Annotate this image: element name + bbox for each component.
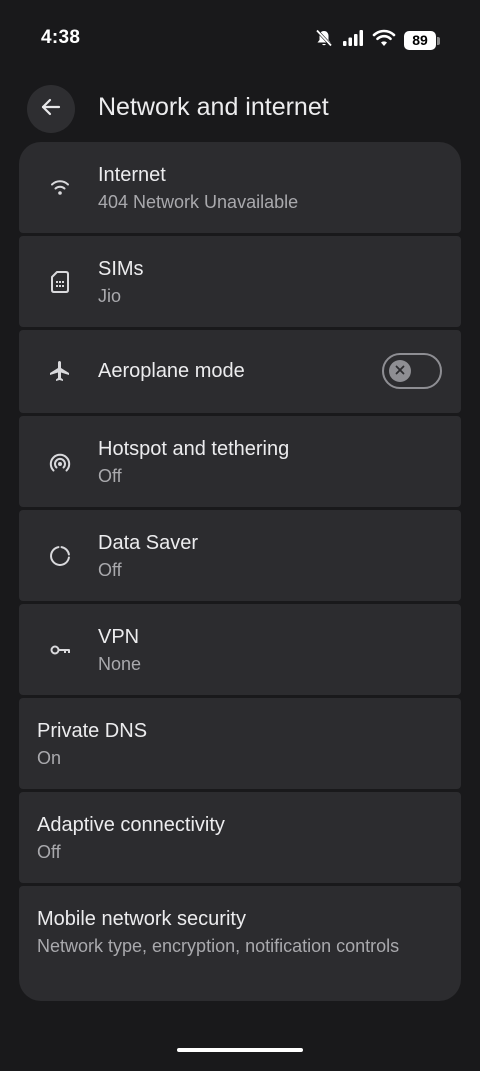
settings-item-subtitle: None [98,654,142,674]
battery-icon: 89 [404,31,440,50]
settings-item-internet[interactable]: Internet 404 Network Unavailable [19,142,461,233]
settings-item-text: VPN None [98,625,441,676]
arrow-back-icon [40,96,62,123]
home-indicator[interactable] [177,1048,303,1052]
status-icons: 89 [314,28,440,53]
sim-card-icon [47,269,73,295]
data-saver-icon [47,543,73,569]
settings-item-subtitle: On [37,748,62,768]
settings-item-sims[interactable]: SIMs Jio [19,236,461,327]
toggle-knob [389,360,411,382]
close-icon [395,362,405,380]
settings-item-subtitle: 404 Network Unavailable [98,192,299,212]
settings-item-title: Adaptive connectivity [37,814,225,836]
settings-item-text: Mobile network security Network type, en… [37,907,411,958]
mute-icon [314,28,334,53]
settings-item-text: Private DNS On [37,719,441,770]
signal-icon [342,29,364,52]
aeroplane-mode-toggle[interactable] [382,353,442,389]
settings-item-text: Adaptive connectivity Off [37,813,441,864]
settings-item-title: Internet [98,164,166,186]
settings-item-private-dns[interactable]: Private DNS On [19,698,461,789]
settings-item-data-saver[interactable]: Data Saver Off [19,510,461,601]
app-bar: Network and internet [0,84,480,134]
settings-item-subtitle: Jio [98,286,122,306]
hotspot-icon [47,450,73,476]
settings-item-text: Internet 404 Network Unavailable [98,163,441,214]
settings-item-text: Data Saver Off [98,531,441,582]
wifi-icon [372,29,396,52]
settings-item-title: VPN [98,626,140,648]
settings-item-text: SIMs Jio [98,257,441,308]
battery-tip [437,36,440,45]
airplane-icon [47,358,73,384]
settings-item-aeroplane-mode[interactable]: Aeroplane mode [19,330,461,413]
status-time: 4:38 [41,27,81,48]
settings-item-text: Hotspot and tethering Off [98,437,441,488]
battery-level: 89 [404,31,436,50]
settings-item-subtitle: Off [98,466,122,486]
back-button[interactable] [27,85,75,133]
settings-item-title: Data Saver [98,532,199,554]
page-title: Network and internet [98,93,329,121]
settings-item-hotspot[interactable]: Hotspot and tethering Off [19,416,461,507]
settings-item-title: Private DNS [37,720,148,742]
settings-item-vpn[interactable]: VPN None [19,604,461,695]
vpn-key-icon [47,637,73,663]
settings-item-adaptive-connectivity[interactable]: Adaptive connectivity Off [19,792,461,883]
settings-item-mobile-network-security[interactable]: Mobile network security Network type, en… [19,886,461,1001]
settings-item-subtitle: Network type, encryption, notification c… [37,936,400,956]
settings-item-subtitle: Off [98,560,122,580]
wifi-icon [47,174,73,200]
settings-item-title: Hotspot and tethering [98,438,290,460]
settings-item-subtitle: Off [37,842,61,862]
settings-item-title: Mobile network security [37,908,246,930]
settings-list: Internet 404 Network Unavailable SIMs Ji… [19,142,461,1001]
settings-item-title: SIMs [98,258,144,280]
status-bar: 4:38 89 [0,0,480,78]
